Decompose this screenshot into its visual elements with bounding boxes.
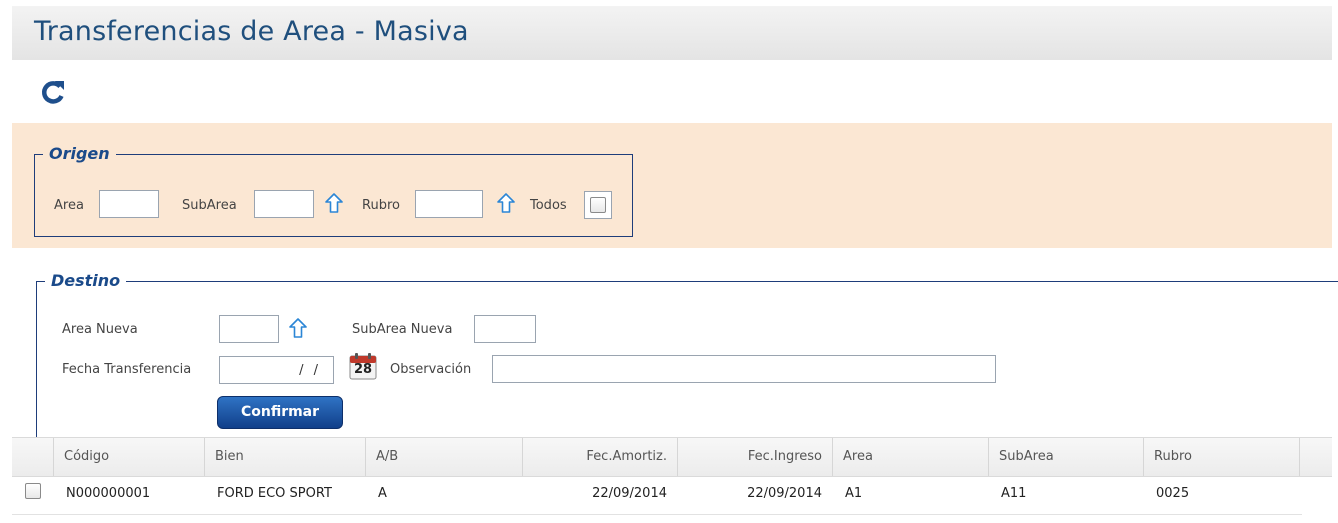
cell-area: A1 xyxy=(845,486,863,501)
select-column-header xyxy=(12,438,54,476)
cell-bien: FORD ECO SPORT xyxy=(217,486,332,501)
todos-checkbox[interactable] xyxy=(590,197,606,213)
todos-checkbox-frame xyxy=(584,191,612,219)
observacion-input[interactable] xyxy=(492,355,996,383)
origen-subarea-input[interactable] xyxy=(254,190,314,218)
origen-area-input[interactable] xyxy=(99,190,159,218)
origen-rubro-label: Rubro xyxy=(362,198,400,213)
calendar-icon[interactable]: 28 xyxy=(348,352,378,380)
column-header-fec-amortiz[interactable]: Fec.Amortiz. xyxy=(523,438,678,476)
column-header-rubro[interactable]: Rubro xyxy=(1144,438,1300,476)
row-checkbox[interactable] xyxy=(25,483,41,499)
origen-legend: Origen xyxy=(43,144,116,163)
origen-rubro-input[interactable] xyxy=(415,190,483,218)
subarea-nueva-input[interactable] xyxy=(474,315,536,343)
column-header-fec-ingreso[interactable]: Fec.Ingreso xyxy=(678,438,833,476)
destino-legend: Destino xyxy=(45,271,127,290)
origen-subarea-label: SubArea xyxy=(182,198,237,213)
cell-codigo: N000000001 xyxy=(66,486,151,501)
calendar-day: 28 xyxy=(353,362,373,377)
column-header-codigo[interactable]: Código xyxy=(54,438,205,476)
column-header-subarea[interactable]: SubArea xyxy=(989,438,1144,476)
cell-rubro: 0025 xyxy=(1156,486,1190,501)
cell-ab: A xyxy=(378,486,387,501)
cell-subarea: A11 xyxy=(1001,486,1027,501)
area-nueva-lookup-arrow-icon[interactable] xyxy=(289,318,307,338)
fecha-transferencia-label: Fecha Transferencia xyxy=(62,362,192,377)
page-header: Transferencias de Area - Masiva xyxy=(12,6,1332,60)
table-row[interactable]: N000000001 FORD ECO SPORT A 22/09/2014 2… xyxy=(12,477,1302,515)
confirmar-button[interactable]: Confirmar xyxy=(217,396,343,429)
area-nueva-input[interactable] xyxy=(219,315,279,343)
table-header: Código Bien A/B Fec.Amortiz. Fec.Ingreso… xyxy=(12,437,1332,477)
rubro-lookup-arrow-icon[interactable] xyxy=(497,193,515,213)
column-header-ab[interactable]: A/B xyxy=(366,438,523,476)
cell-fec-amortiz: 22/09/2014 xyxy=(592,486,667,501)
origen-area-label: Area xyxy=(54,198,84,213)
column-header-area[interactable]: Area xyxy=(833,438,989,476)
area-nueva-label: Area Nueva xyxy=(62,322,138,337)
page-title: Transferencias de Area - Masiva xyxy=(34,16,469,47)
fecha-transferencia-input[interactable] xyxy=(219,356,334,384)
cell-fec-ingreso: 22/09/2014 xyxy=(747,486,822,501)
todos-label: Todos xyxy=(530,198,567,213)
refresh-icon[interactable] xyxy=(38,77,68,107)
column-header-bien[interactable]: Bien xyxy=(205,438,366,476)
subarea-nueva-label: SubArea Nueva xyxy=(352,322,453,337)
subarea-lookup-arrow-icon[interactable] xyxy=(325,193,343,213)
observacion-label: Observación xyxy=(390,362,472,377)
